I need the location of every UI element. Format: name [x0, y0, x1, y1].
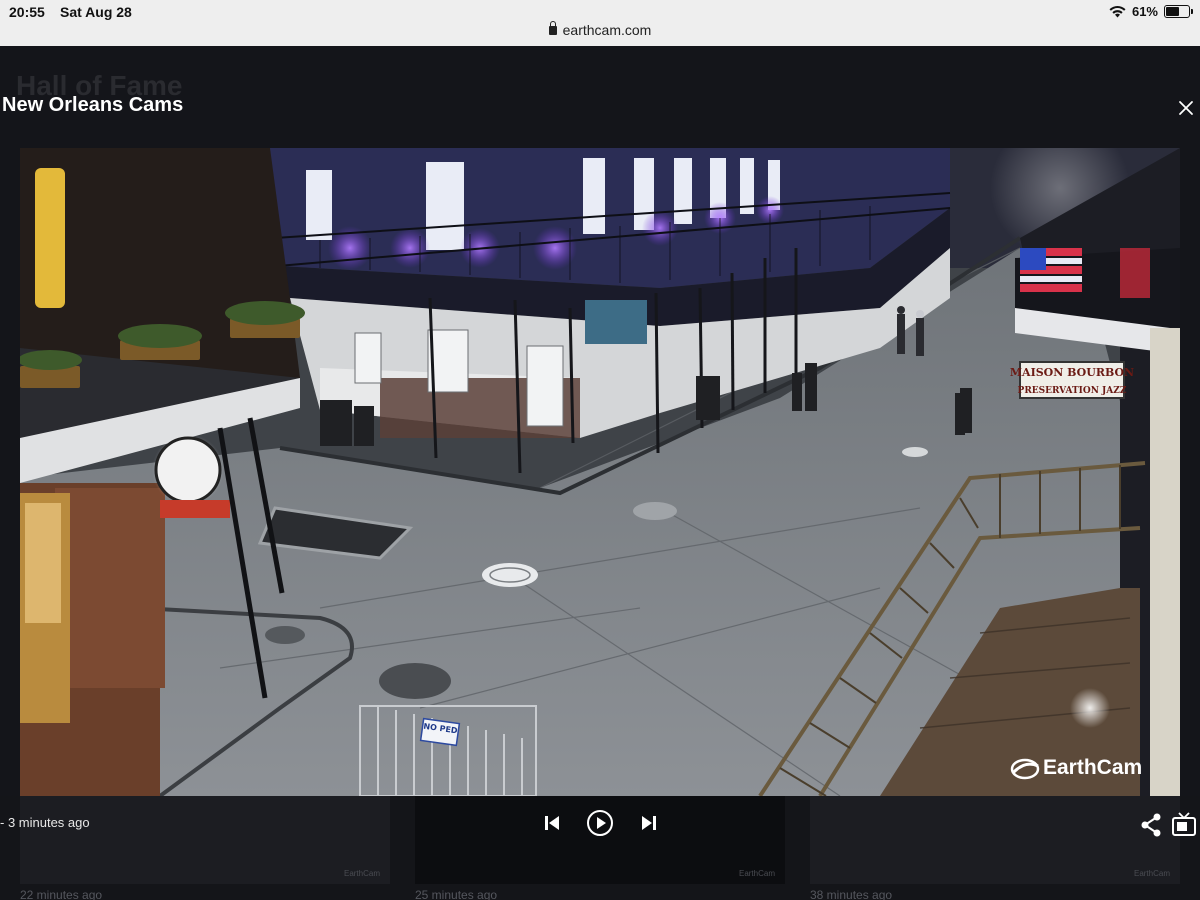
skip-previous-icon	[545, 816, 559, 830]
wifi-icon	[1109, 5, 1126, 18]
status-bar: 20:55 Sat Aug 28 61% earthcam.com	[0, 0, 1200, 46]
share-button[interactable]	[1139, 812, 1163, 838]
lock-icon	[548, 21, 557, 35]
thumbnail-time-label: 38 minutes ago	[810, 888, 893, 900]
next-button[interactable]	[639, 814, 659, 832]
battery-icon	[1164, 5, 1193, 18]
status-indicators: 61%	[1109, 4, 1193, 19]
thumbnail-logo: EarthCam	[1133, 869, 1170, 878]
skip-next-icon	[642, 816, 656, 830]
webcam-video-feed[interactable]: MAISON BOURBON PRESERVATION JAZZ NO PED	[20, 148, 1180, 796]
earthcam-logo-icon	[1010, 758, 1040, 780]
close-button[interactable]	[1176, 98, 1196, 118]
battery-percent: 61%	[1131, 4, 1158, 19]
status-time: 20:55	[9, 4, 45, 20]
previous-button[interactable]	[542, 814, 562, 832]
url-bar[interactable]: earthcam.com	[0, 21, 1200, 38]
thumbnail-time-label: 22 minutes ago	[20, 888, 103, 900]
url-text: earthcam.com	[562, 22, 652, 38]
share-icon	[1141, 813, 1161, 837]
thumbnail-time-label: 25 minutes ago	[415, 888, 498, 900]
thumbnail-logo: EarthCam	[738, 869, 775, 878]
thumbnail-card[interactable]: EarthCam	[20, 796, 390, 884]
battery-level	[1166, 7, 1180, 16]
screen: 20:55 Sat Aug 28 61% earthcam.com Hall o…	[0, 0, 1200, 900]
watermark-text: EarthCam	[1043, 756, 1143, 779]
thumbnail-card[interactable]: EarthCam	[810, 796, 1180, 884]
snapshot-time-ago: - 3 minutes ago	[0, 815, 90, 830]
status-date: Sat Aug 28	[60, 4, 132, 20]
bar-sign-line2: PRESERVATION JAZZ	[1018, 386, 1127, 396]
thumbnail-logo: EarthCam	[343, 869, 380, 878]
earthcam-watermark: EarthCam	[1010, 756, 1142, 780]
tv-icon	[1172, 812, 1196, 836]
bar-sign-line1: MAISON BOURBON	[1010, 366, 1134, 379]
play-button[interactable]	[586, 809, 614, 837]
close-icon	[1179, 101, 1193, 115]
player-bottom-bar: EarthCam EarthCam EarthCam 22 minutes ag…	[0, 796, 1200, 900]
street-scene-image: MAISON BOURBON PRESERVATION JAZZ NO PED	[20, 148, 1180, 796]
tv-button[interactable]	[1171, 810, 1197, 838]
modal-title: New Orleans Cams	[2, 94, 184, 116]
play-icon	[587, 810, 613, 836]
